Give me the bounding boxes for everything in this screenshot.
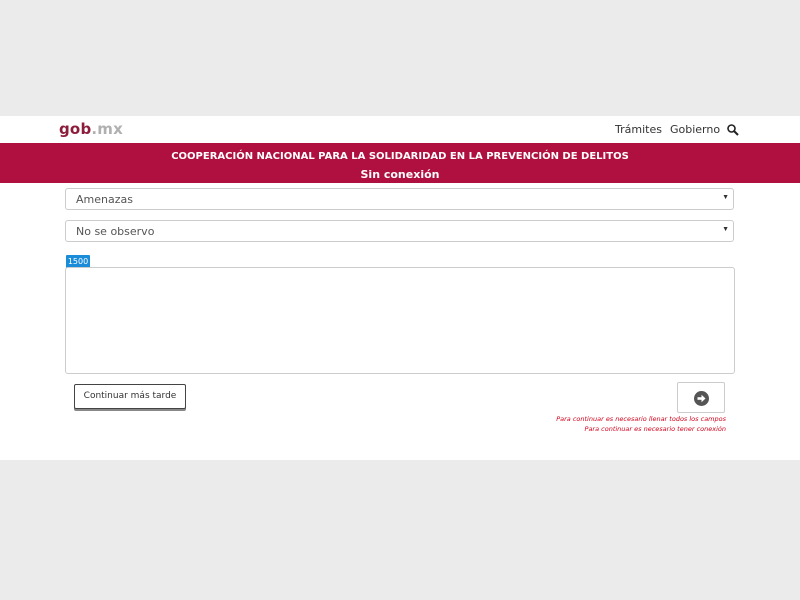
crime-type-select[interactable]: Amenazas ▼	[65, 188, 734, 210]
observation-select[interactable]: No se observo ▼	[65, 220, 734, 242]
continue-later-button[interactable]: Continuar más tarde	[74, 384, 186, 409]
error-message-connection: Para continuar es necesario tener conexi…	[584, 425, 726, 433]
crime-type-value: Amenazas	[76, 193, 133, 206]
chevron-down-icon: ▼	[722, 194, 729, 201]
logo-gob: gob	[59, 120, 92, 138]
chevron-down-icon: ▼	[722, 226, 729, 233]
gob-mx-logo[interactable]: gob.mx	[59, 120, 123, 138]
nav-link-gobierno[interactable]: Gobierno	[670, 123, 720, 136]
search-icon[interactable]	[726, 123, 740, 137]
arrow-right-circle-icon	[694, 391, 709, 406]
top-navbar: gob.mx Trámites Gobierno	[0, 116, 800, 143]
error-message-fields: Para continuar es necesario llenar todos…	[556, 415, 726, 423]
logo-mx: .mx	[91, 120, 123, 138]
page-container: gob.mx Trámites Gobierno COOPERACIÓN NAC…	[0, 116, 800, 460]
description-textarea[interactable]	[65, 267, 735, 374]
next-button[interactable]	[677, 382, 725, 413]
connection-status: Sin conexión	[360, 168, 440, 181]
observation-value: No se observo	[76, 225, 155, 238]
nav-link-tramites[interactable]: Trámites	[615, 123, 662, 136]
header-banner: COOPERACIÓN NACIONAL PARA LA SOLIDARIDAD…	[0, 143, 800, 183]
banner-title: COOPERACIÓN NACIONAL PARA LA SOLIDARIDAD…	[171, 151, 629, 162]
